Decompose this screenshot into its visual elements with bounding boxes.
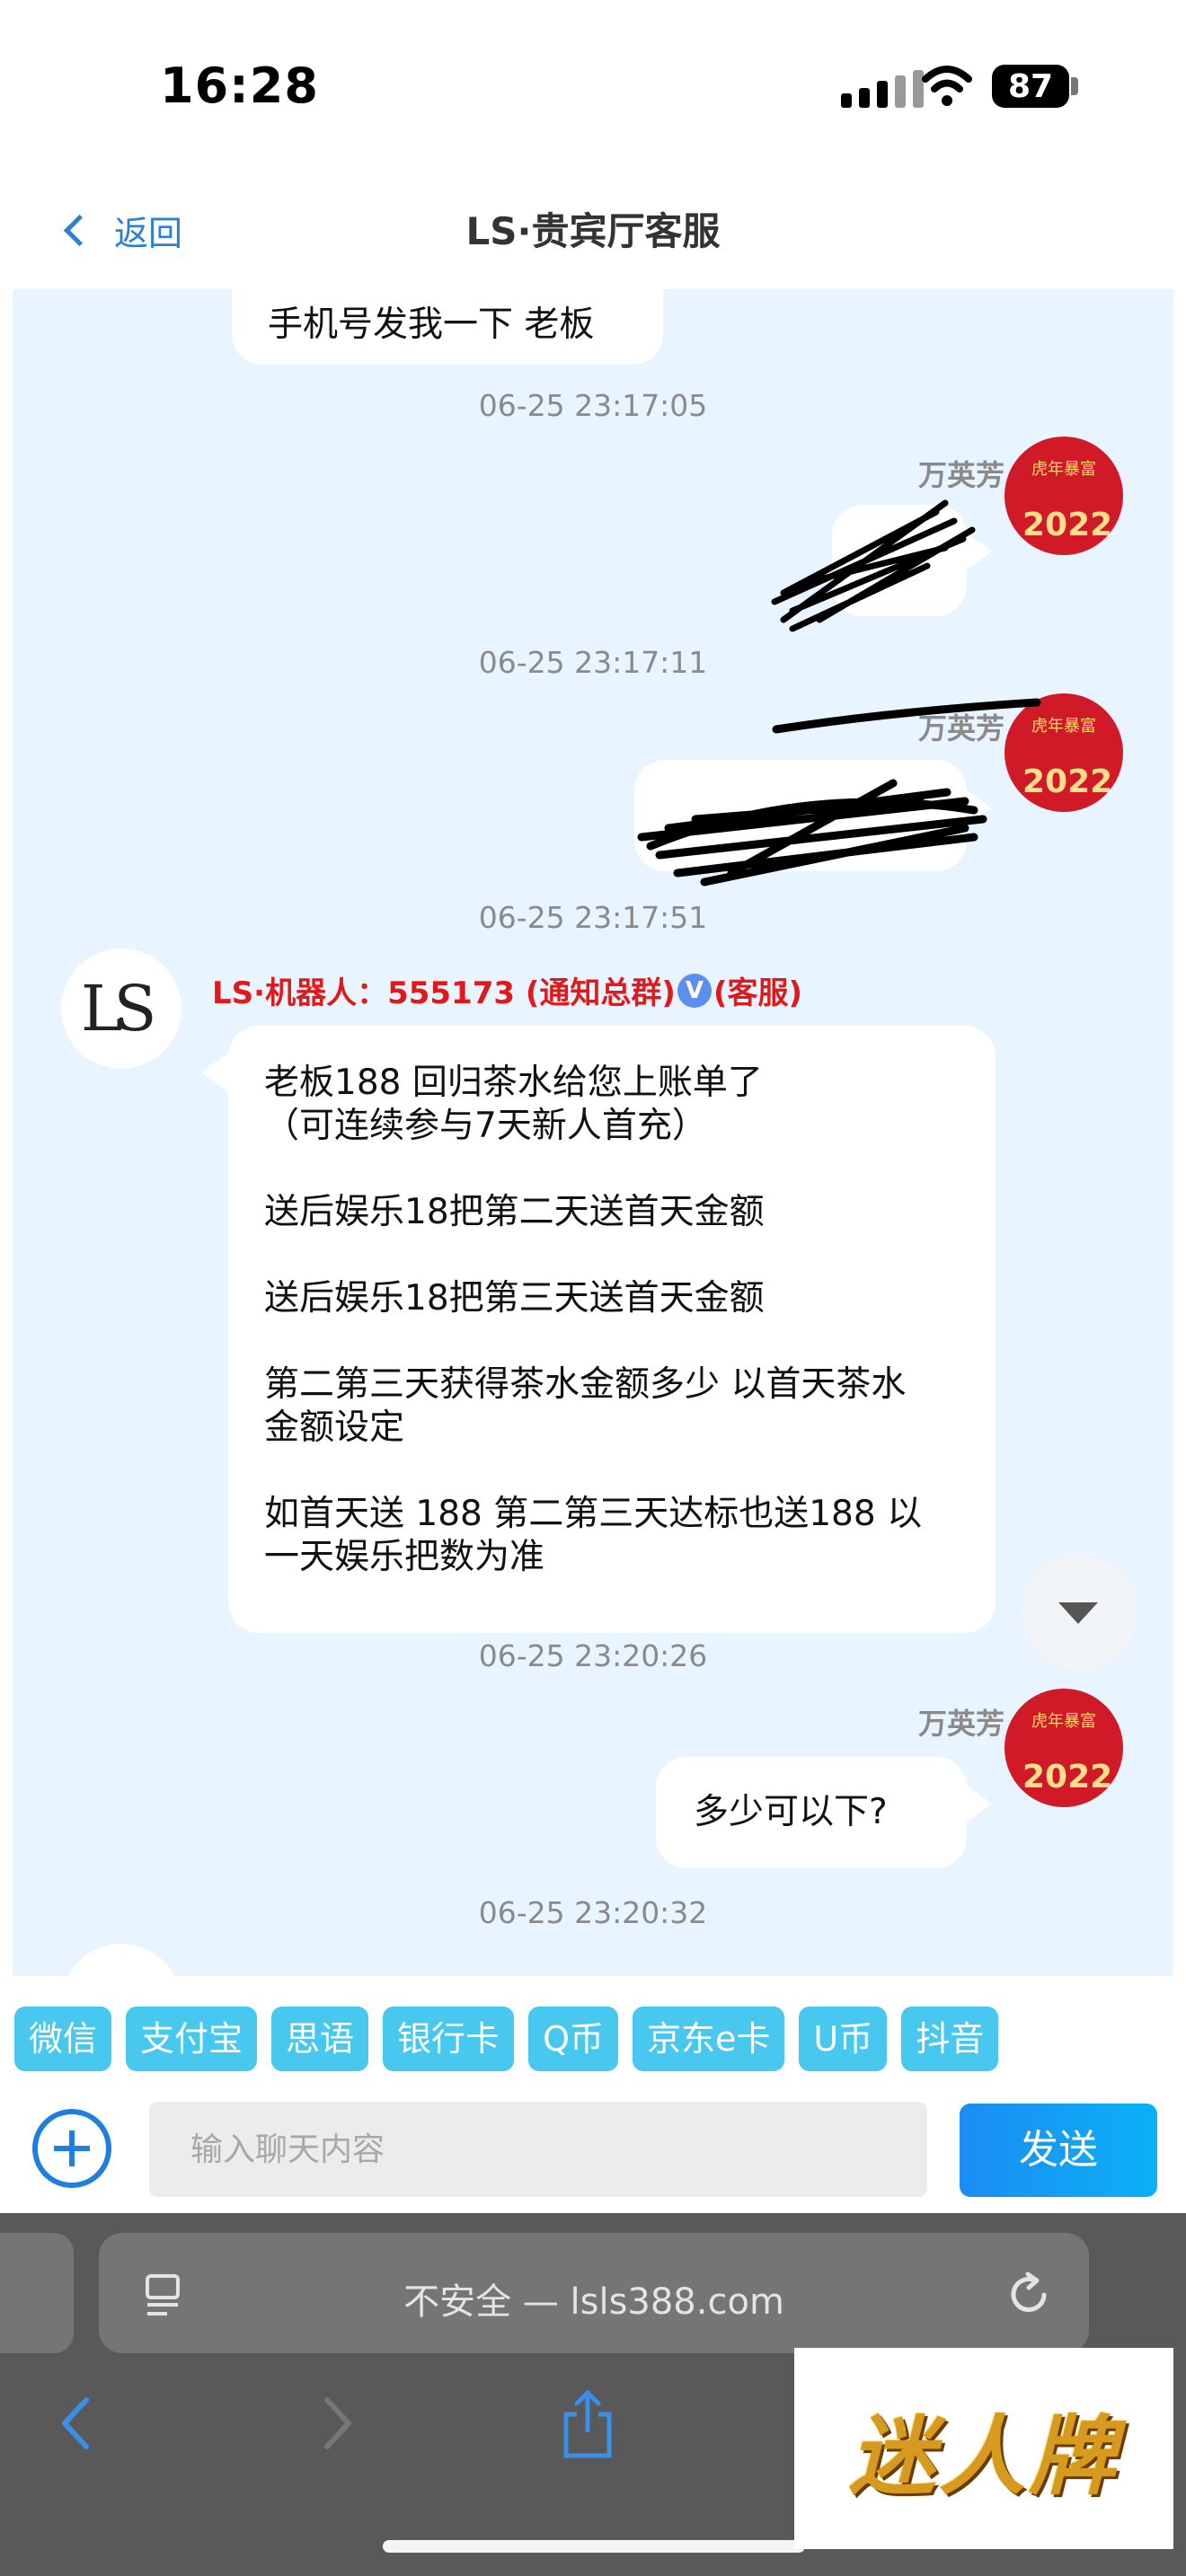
tag-u-coin[interactable]: U币 [799,2007,888,2071]
watermark-logo: 迷人牌 [794,2348,1173,2549]
bot-name-suffix: (客服) [712,975,803,1011]
tag-alipay[interactable]: 支付宝 [126,2007,258,2071]
message-line: 一天娱乐把数为准 [264,1537,545,1577]
tag-wechat[interactable]: 微信 [14,2007,112,2071]
bot-avatar-text: LS [81,972,157,1045]
message-bubble: 老板188 回归茶水给您上账单了 （可连续参与7天新人首充） 送后娱乐18把第二… [228,1026,996,1633]
message-line: 第二第三天获得茶水金额多少 以首天茶水 [264,1364,907,1405]
avatar-year: 2022 [1022,507,1113,543]
message-input[interactable] [149,2102,927,2197]
user-avatar: 虎年暴富 2022 [1005,437,1123,555]
bot-sender-name: LS·机器人：555173 (通知总群) V (客服) [212,968,802,1012]
redaction-scribble [637,698,1041,887]
message-line: 金额设定 [264,1407,405,1448]
chat-area[interactable]: 手机号发我一下 老板 06-25 23:17:05 万英芳 虎年暴富 2022 … [13,289,1173,1976]
user-avatar: 虎年暴富 2022 [1005,1689,1123,1807]
share-icon[interactable] [561,2389,615,2459]
message-line: （可连续参与7天新人首充） [264,1106,707,1146]
bot-name-text: LS·机器人：555173 (通知总群) [212,975,676,1011]
battery-indicator: 87 [992,65,1069,108]
browser-forward-icon[interactable] [320,2396,356,2450]
avatar-year: 2022 [1022,1759,1113,1795]
message-bubble: 多少可以下? [656,1757,967,1868]
timestamp: 06-25 23:17:05 [478,388,708,423]
reload-icon[interactable] [1005,2271,1053,2319]
tag-bank-card[interactable]: 银行卡 [383,2007,515,2071]
sender-name: 万英芳 [917,1707,1005,1741]
timestamp: 06-25 23:20:32 [478,1895,708,1930]
message-line: 送后娱乐18把第三天送首天金额 [264,1278,765,1319]
redaction-scribble [771,499,976,632]
tag-siyu[interactable]: 思语 [271,2007,369,2071]
tag-jd-ecard[interactable]: 京东e卡 [632,2007,785,2071]
message-line: 送后娱乐18把第二天送首天金额 [264,1192,765,1232]
tag-douyin[interactable]: 抖音 [901,2007,999,2071]
message-line: 如首天送 188 第二第三天达标也送188 以 [264,1494,923,1534]
message-line: 老板188 回归茶水给您上账单了 [264,1063,763,1103]
bot-avatar: LS [61,948,181,1069]
status-time: 16:28 [160,57,319,114]
bubble-tail [201,1053,228,1092]
message-bubble: 手机号发我一下 老板 [232,289,663,365]
timestamp: 06-25 23:20:26 [478,1638,708,1673]
cellular-signal-icon [841,70,924,108]
battery-tip [1071,77,1078,95]
quick-tags: 微信 支付宝 思语 银行卡 Q币 京东e卡 U币 抖音 [14,2007,999,2071]
scroll-to-bottom-button[interactable] [1021,1554,1137,1671]
previous-tab-preview[interactable] [0,2233,74,2353]
message-text: 多少可以下? [694,1792,888,1832]
page-title: LS·贵宾厅客服 [465,209,721,253]
add-attachment-button[interactable] [32,2109,111,2188]
timestamp: 06-25 23:17:51 [478,900,708,935]
tag-q-coin[interactable]: Q币 [528,2007,618,2071]
send-button[interactable]: 发送 [960,2104,1157,2197]
url-text: 不安全 — lsls388.com [403,2281,784,2323]
wifi-icon [922,66,972,106]
home-indicator [383,2540,805,2553]
avatar-caption: 虎年暴富 [1031,460,1096,479]
bubble-tail [965,1784,992,1823]
browser-back-icon[interactable] [58,2396,93,2450]
avatar-caption: 虎年暴富 [1031,1712,1096,1731]
bot-avatar [61,1944,181,1976]
watermark-text: 迷人牌 [849,2404,1119,2507]
message-text: 手机号发我一下 老板 [268,304,595,345]
verified-badge-icon: V [677,973,712,1008]
timestamp: 06-25 23:17:11 [478,645,708,680]
